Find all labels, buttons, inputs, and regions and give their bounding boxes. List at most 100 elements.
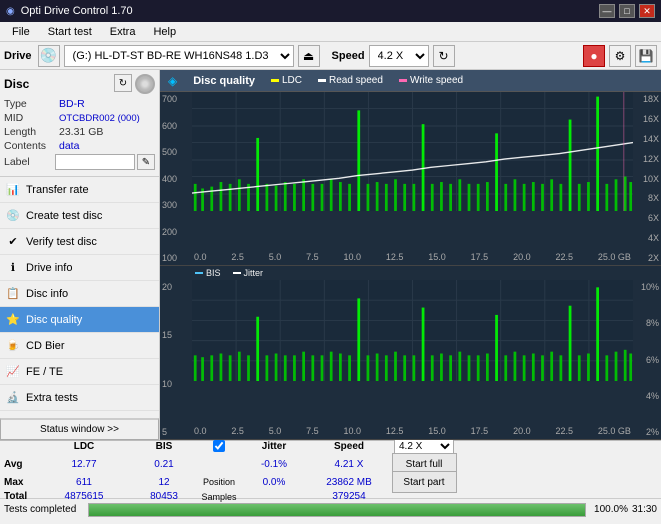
chart2-y-left: 20 15 10 5 [160,280,192,439]
sidebar-item-create-test-disc[interactable]: 💿 Create test disc [0,203,159,229]
disc-icon [135,74,155,94]
sidebar-menu: 📊 Transfer rate 💿 Create test disc ✔ Ver… [0,177,159,418]
sidebar-item-cd-bier[interactable]: 🍺 CD Bier [0,333,159,359]
chart-title: Disc quality [193,75,255,87]
disc-label-edit-btn[interactable]: ✎ [137,154,155,170]
chart-header: ◈ Disc quality LDC Read speed Write spee… [160,70,661,92]
chart1-x-axis: 0.0 2.5 5.0 7.5 10.0 12.5 15.0 17.5 20.0… [192,249,633,265]
stats-total-empty [384,491,464,502]
app-title: Opti Drive Control 1.70 [21,5,133,17]
sidebar-item-disc-info[interactable]: 📋 Disc info [0,281,159,307]
y1r-12x: 12X [635,154,659,164]
sidebar-item-verify-test-disc[interactable]: ✔ Verify test disc [0,229,159,255]
menu-help[interactable]: Help [145,24,184,40]
sidebar-item-disc-quality[interactable]: ⭐ Disc quality [0,307,159,333]
title-bar: ◉ Opti Drive Control 1.70 — □ ✕ [0,0,661,22]
disc-read-btn[interactable]: ● [583,45,605,67]
sidebar-item-disc-quality-label: Disc quality [26,314,82,326]
sidebar-item-drive-info-label: Drive info [26,262,72,274]
app-icon: ◉ [6,6,15,17]
x2-175: 17.5 [471,426,489,436]
x2-25: 2.5 [231,426,244,436]
speed-select[interactable]: 4.2 X [369,45,429,67]
x2-gb: 25.0 GB [598,426,631,436]
minimize-button[interactable]: — [599,4,615,18]
stats-total-ldc: 4875615 [44,491,124,502]
sidebar-item-create-test-disc-label: Create test disc [26,210,102,222]
sidebar-item-extra-tests[interactable]: 🔬 Extra tests [0,385,159,411]
drive-select[interactable]: (G:) HL-DT-ST BD-RE WH16NS48 1.D3 [64,45,294,67]
progress-bar [88,503,586,517]
stats-avg-jitter: -0.1% [234,455,314,473]
y2r-2: 2% [635,427,659,437]
disc-mid-row: MID OTCBDR002 (000) [4,112,155,124]
x2-100: 10.0 [344,426,362,436]
sidebar-item-drive-info[interactable]: ℹ Drive info [0,255,159,281]
disc-length-label: Length [4,126,59,138]
menu-start-test[interactable]: Start test [40,24,100,40]
legend-ldc: LDC [271,75,302,86]
stats-total-label: Total [4,491,44,502]
progress-bar-fill [89,504,585,516]
maximize-button[interactable]: □ [619,4,635,18]
jitter-checkbox-row [213,440,225,452]
sidebar-item-fe-te[interactable]: 📈 FE / TE [0,359,159,385]
chart1-y-right: 18X 16X 14X 12X 10X 8X 6X 4X 2X [633,92,661,265]
status-window-label: Status window >> [40,424,119,435]
menu-file[interactable]: File [4,24,38,40]
verify-test-disc-icon: ✔ [6,235,20,249]
stats-col-ldc: LDC [44,437,124,455]
stats-avg-speed: 4.21 X [314,455,384,473]
refresh-button[interactable]: ↻ [433,45,455,67]
sidebar-item-fe-te-label: FE / TE [26,366,63,378]
y1r-10x: 10X [635,174,659,184]
y2-10: 10 [162,379,190,389]
sidebar-item-transfer-rate[interactable]: 📊 Transfer rate [0,177,159,203]
legend-write-speed-color [399,79,407,82]
eject-button[interactable]: ⏏ [298,45,320,67]
x1-225: 22.5 [555,252,573,262]
create-test-disc-icon: 💿 [6,209,20,223]
chart-ldc: 700 600 500 400 300 200 100 18X 16X 14X … [160,92,661,266]
jitter-color [233,272,241,274]
y1r-2x: 2X [635,253,659,263]
disc-label-input[interactable] [55,154,135,170]
settings-btn[interactable]: ⚙ [609,45,631,67]
stats-avg-spacer [204,455,234,473]
disc-length-row: Length 23.31 GB [4,126,155,138]
disc-panel: Disc ↻ Type BD-R MID OTCBDR002 (000) Len… [0,70,159,177]
jitter-checkbox[interactable] [213,440,225,452]
stats-total-bis: 80453 [124,491,204,502]
close-button[interactable]: ✕ [639,4,655,18]
menu-extra[interactable]: Extra [102,24,144,40]
disc-refresh-btn[interactable]: ↻ [114,74,132,92]
stats-avg-ldc: 12.77 [44,455,124,473]
disc-contents-row: Contents data [4,140,155,152]
status-text: Tests completed [4,504,84,515]
bottom-stats: LDC BIS Jitter Speed 4.2 X Avg 12.77 0.2… [0,440,661,498]
y2r-4: 4% [635,391,659,401]
disc-type-value: BD-R [59,98,85,110]
chart2-svg [192,280,633,381]
bis-color [195,272,203,274]
disc-panel-header: Disc ↻ [4,74,155,94]
y2r-8: 8% [635,318,659,328]
x1-25: 2.5 [231,252,244,262]
stats-total-samples-label: Samples [204,491,234,502]
y1r-18x: 18X [635,94,659,104]
sidebar-item-transfer-rate-label: Transfer rate [26,184,89,196]
x2-225: 22.5 [555,426,573,436]
stats-max-ldc: 611 [44,473,124,491]
main-layout: Disc ↻ Type BD-R MID OTCBDR002 (000) Len… [0,70,661,440]
sidebar-item-extra-tests-label: Extra tests [26,392,78,404]
cd-bier-icon: 🍺 [6,339,20,353]
start-part-button[interactable]: Start part [392,471,457,493]
y2-20: 20 [162,282,190,292]
disc-quality-icon: ⭐ [6,313,20,327]
y2r-10: 10% [635,282,659,292]
save-btn[interactable]: 💾 [635,45,657,67]
stats-col-empty [4,437,44,455]
drive-icon-btn[interactable]: 💿 [38,45,60,67]
x1-50: 5.0 [269,252,282,262]
y1-label-100: 100 [162,253,190,263]
